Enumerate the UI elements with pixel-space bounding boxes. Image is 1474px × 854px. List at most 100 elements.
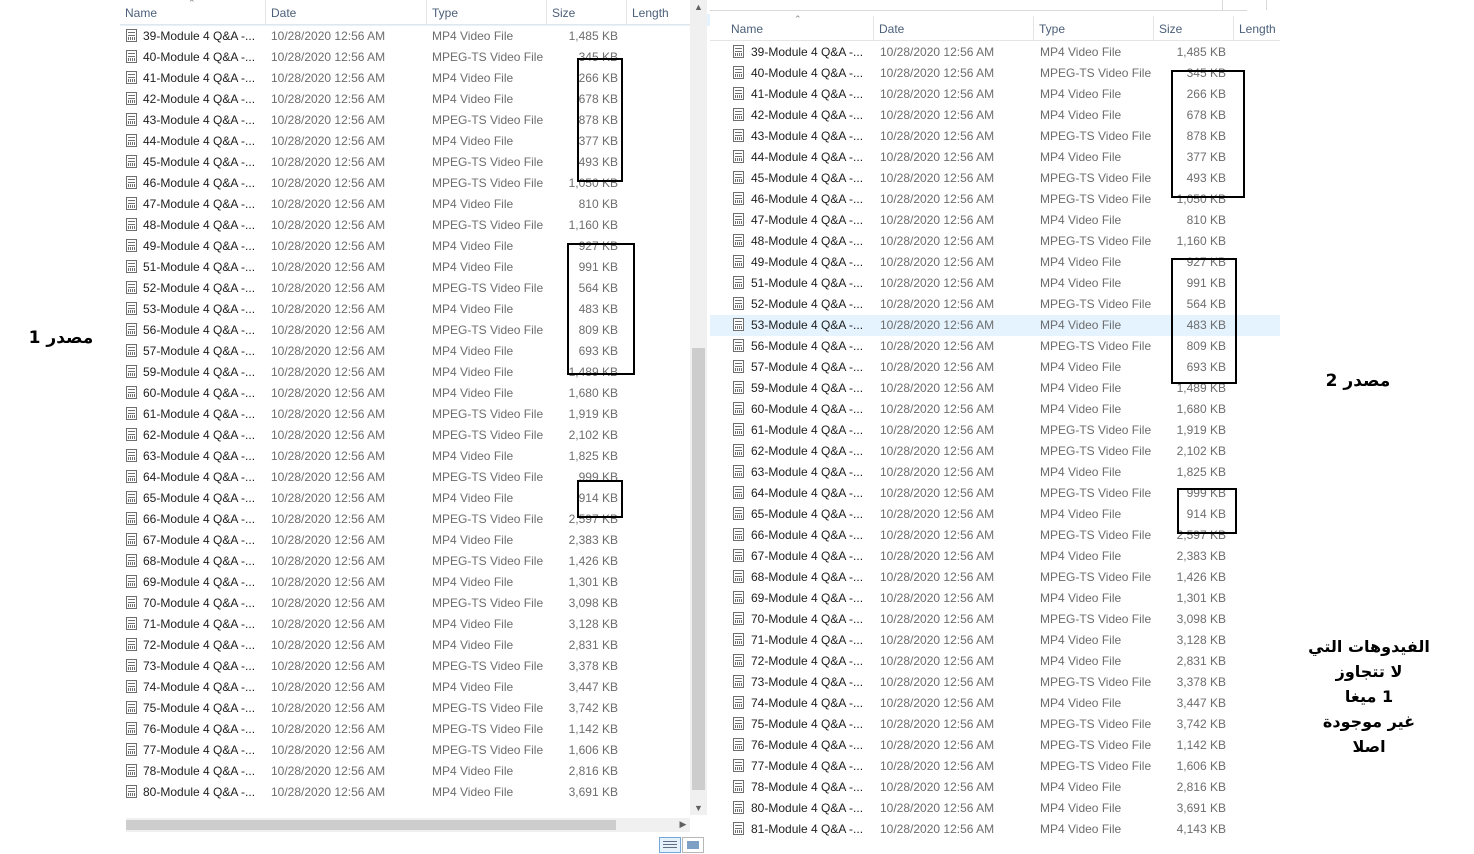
video-file-icon (733, 591, 744, 604)
file-row[interactable]: 67-Module 4 Q&A -... 10/28/2020 12:56 AM M… (710, 546, 1280, 567)
column-header-name[interactable]: Name (120, 0, 266, 24)
file-row[interactable]: 39-Module 4 Q&A -... 10/28/2020 12:56 AM M… (120, 26, 710, 47)
file-row[interactable]: 75-Module 4 Q&A -... 10/28/2020 12:56 AM M… (120, 698, 710, 719)
scrollbar-thumb[interactable] (692, 348, 705, 790)
file-row[interactable]: 67-Module 4 Q&A -... 10/28/2020 12:56 AM M… (120, 530, 710, 551)
column-header-name[interactable]: Name (726, 16, 874, 40)
file-row[interactable]: 71-Module 4 Q&A -... 10/28/2020 12:56 AM M… (710, 630, 1280, 651)
file-row[interactable]: 71-Module 4 Q&A -... 10/28/2020 12:56 AM M… (120, 614, 710, 635)
file-row[interactable]: 68-Module 4 Q&A -... 10/28/2020 12:56 AM M… (120, 551, 710, 572)
file-type: MPEG-TS Video File (432, 155, 544, 169)
column-header-date[interactable]: Date (266, 0, 427, 24)
file-row[interactable]: 39-Module 4 Q&A -... 10/28/2020 12:56 AM M… (710, 42, 1280, 63)
scroll-up-arrow-icon[interactable]: ▲ (690, 2, 707, 12)
file-type: MP4 Video File (1040, 402, 1122, 416)
file-row[interactable]: 78-Module 4 Q&A -... 10/28/2020 12:56 AM M… (120, 761, 710, 782)
column-header-size[interactable]: Size (1154, 16, 1234, 40)
video-file-icon (733, 549, 744, 562)
file-date: 10/28/2020 12:56 AM (271, 428, 386, 442)
file-row[interactable]: 75-Module 4 Q&A -... 10/28/2020 12:56 AM M… (710, 714, 1280, 735)
large-icons-view-icon[interactable] (682, 837, 704, 853)
horizontal-scrollbar-thumb[interactable] (126, 820, 616, 830)
column-header-size[interactable]: Size (547, 0, 627, 24)
scroll-right-arrow-icon[interactable]: ▶ (676, 819, 690, 830)
file-row[interactable]: 81-Module 4 Q&A -... 10/28/2020 12:56 AM M… (710, 819, 1280, 840)
refresh-button[interactable] (1222, 0, 1247, 11)
file-row[interactable]: 73-Module 4 Q&A -... 10/28/2020 12:56 AM M… (710, 672, 1280, 693)
file-name: 74-Module 4 Q&A -... (751, 696, 864, 710)
file-date: 10/28/2020 12:56 AM (880, 402, 995, 416)
file-name: 46-Module 4 Q&A -... (143, 176, 256, 190)
video-file-icon (733, 402, 744, 415)
file-row[interactable]: 73-Module 4 Q&A -... 10/28/2020 12:56 AM M… (120, 656, 710, 677)
file-date: 10/28/2020 12:56 AM (271, 407, 386, 421)
file-name: 78-Module 4 Q&A -... (751, 780, 864, 794)
file-date: 10/28/2020 12:56 AM (271, 638, 386, 652)
file-row[interactable]: 48-Module 4 Q&A -... 10/28/2020 12:56 AM M… (710, 231, 1280, 252)
file-row[interactable]: 78-Module 4 Q&A -... 10/28/2020 12:56 AM M… (710, 777, 1280, 798)
file-row[interactable]: 63-Module 4 Q&A -... 10/28/2020 12:56 AM M… (710, 462, 1280, 483)
file-row[interactable]: 76-Module 4 Q&A -... 10/28/2020 12:56 AM M… (120, 719, 710, 740)
file-row[interactable]: 77-Module 4 Q&A -... 10/28/2020 12:56 AM M… (120, 740, 710, 761)
file-row[interactable]: 47-Module 4 Q&A -... 10/28/2020 12:56 AM M… (710, 210, 1280, 231)
video-file-icon (126, 785, 137, 798)
file-date: 10/28/2020 12:56 AM (271, 218, 386, 232)
column-header-date[interactable]: Date (874, 16, 1034, 40)
file-date: 10/28/2020 12:56 AM (880, 381, 995, 395)
column-header-length[interactable]: Length (627, 0, 697, 24)
video-file-icon (126, 155, 137, 168)
file-row[interactable]: 80-Module 4 Q&A -... 10/28/2020 12:56 AM M… (710, 798, 1280, 819)
file-date: 10/28/2020 12:56 AM (880, 108, 995, 122)
file-row[interactable]: 61-Module 4 Q&A -... 10/28/2020 12:56 AM M… (710, 420, 1280, 441)
file-date: 10/28/2020 12:56 AM (880, 87, 995, 101)
video-file-icon (126, 239, 137, 252)
vertical-scrollbar[interactable]: ▲ ▼ (690, 0, 707, 815)
file-row[interactable]: 70-Module 4 Q&A -... 10/28/2020 12:56 AM M… (710, 609, 1280, 630)
video-file-icon (733, 465, 744, 478)
file-row[interactable]: 69-Module 4 Q&A -... 10/28/2020 12:56 AM M… (120, 572, 710, 593)
file-row[interactable]: 76-Module 4 Q&A -... 10/28/2020 12:56 AM M… (710, 735, 1280, 756)
file-size: 1,606 KB (568, 743, 618, 757)
file-date: 10/28/2020 12:56 AM (880, 759, 995, 773)
file-type: MPEG-TS Video File (432, 428, 544, 442)
file-type: MPEG-TS Video File (1040, 297, 1152, 311)
file-row[interactable]: 47-Module 4 Q&A -... 10/28/2020 12:56 AM M… (120, 194, 710, 215)
file-row[interactable]: 72-Module 4 Q&A -... 10/28/2020 12:56 AM M… (710, 651, 1280, 672)
file-size: 1,825 KB (568, 449, 618, 463)
file-row[interactable]: 62-Module 4 Q&A -... 10/28/2020 12:56 AM M… (710, 441, 1280, 462)
file-date: 10/28/2020 12:56 AM (271, 785, 386, 799)
video-file-icon (126, 50, 137, 63)
file-type: MPEG-TS Video File (1040, 759, 1152, 773)
file-row[interactable]: 77-Module 4 Q&A -... 10/28/2020 12:56 AM M… (710, 756, 1280, 777)
file-type: MPEG-TS Video File (1040, 528, 1152, 542)
file-date: 10/28/2020 12:56 AM (880, 318, 995, 332)
file-row[interactable]: 61-Module 4 Q&A -... 10/28/2020 12:56 AM M… (120, 404, 710, 425)
file-date: 10/28/2020 12:56 AM (271, 386, 386, 400)
horizontal-scrollbar[interactable]: ▶ (126, 818, 690, 832)
video-file-icon (126, 659, 137, 672)
file-date: 10/28/2020 12:56 AM (880, 465, 995, 479)
file-row[interactable]: 63-Module 4 Q&A -... 10/28/2020 12:56 AM M… (120, 446, 710, 467)
file-row[interactable]: 74-Module 4 Q&A -... 10/28/2020 12:56 AM M… (710, 693, 1280, 714)
file-row[interactable]: 74-Module 4 Q&A -... 10/28/2020 12:56 AM M… (120, 677, 710, 698)
file-row[interactable]: 72-Module 4 Q&A -... 10/28/2020 12:56 AM M… (120, 635, 710, 656)
search-box[interactable] (1266, 0, 1280, 10)
file-row[interactable]: 70-Module 4 Q&A -... 10/28/2020 12:56 AM M… (120, 593, 710, 614)
column-header-length[interactable]: Length (1234, 16, 1280, 40)
file-row[interactable]: 68-Module 4 Q&A -... 10/28/2020 12:56 AM M… (710, 567, 1280, 588)
file-date: 10/28/2020 12:56 AM (271, 680, 386, 694)
file-row[interactable]: 80-Module 4 Q&A -... 10/28/2020 12:56 AM M… (120, 782, 710, 803)
column-header-type[interactable]: Type (427, 0, 547, 24)
file-row[interactable]: 60-Module 4 Q&A -... 10/28/2020 12:56 AM M… (710, 399, 1280, 420)
video-file-icon (733, 66, 744, 79)
file-row[interactable]: 62-Module 4 Q&A -... 10/28/2020 12:56 AM M… (120, 425, 710, 446)
video-file-icon (126, 722, 137, 735)
file-row[interactable]: 48-Module 4 Q&A -... 10/28/2020 12:56 AM M… (120, 215, 710, 236)
details-view-icon[interactable] (659, 837, 681, 853)
scroll-down-arrow-icon[interactable]: ▼ (690, 803, 707, 813)
address-bar[interactable] (710, 0, 1246, 11)
file-row[interactable]: 69-Module 4 Q&A -... 10/28/2020 12:56 AM M… (710, 588, 1280, 609)
file-size: 1,301 KB (1176, 591, 1226, 605)
column-header-type[interactable]: Type (1034, 16, 1154, 40)
file-row[interactable]: 60-Module 4 Q&A -... 10/28/2020 12:56 AM M… (120, 383, 710, 404)
